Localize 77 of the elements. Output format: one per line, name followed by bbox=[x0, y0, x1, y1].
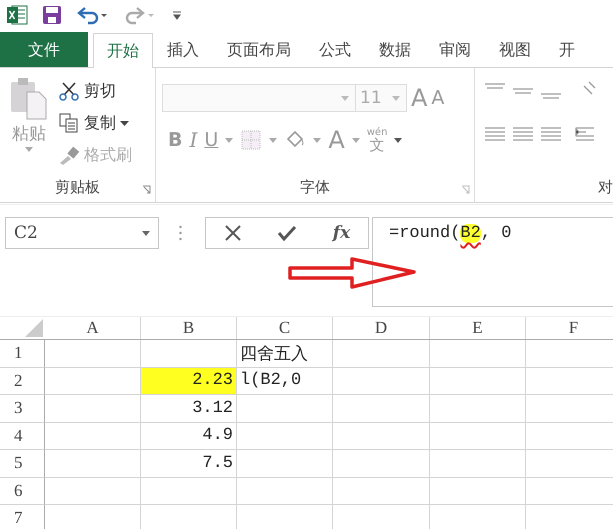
column-header[interactable]: A bbox=[45, 317, 141, 339]
table-cell[interactable] bbox=[237, 395, 333, 422]
column-header[interactable]: F bbox=[526, 317, 613, 339]
grip-icon bbox=[179, 225, 182, 241]
table-cell[interactable] bbox=[45, 395, 141, 422]
table-cell[interactable] bbox=[45, 340, 141, 368]
dialog-launcher-icon[interactable] bbox=[461, 185, 470, 194]
insert-function-button[interactable]: fx bbox=[332, 223, 350, 243]
group-label: 字体 bbox=[300, 178, 330, 196]
table-cell[interactable] bbox=[430, 340, 526, 368]
table-cell[interactable]: 3.12 bbox=[141, 395, 237, 422]
group-label: 剪贴板 bbox=[55, 178, 100, 196]
select-all-icon[interactable] bbox=[23, 317, 43, 337]
font-name-field[interactable] bbox=[162, 84, 356, 112]
table-cell[interactable] bbox=[237, 422, 333, 450]
table-cell[interactable] bbox=[333, 422, 430, 450]
table-cell[interactable] bbox=[237, 478, 333, 505]
caret-icon[interactable] bbox=[142, 230, 150, 236]
table-cell[interactable] bbox=[237, 450, 333, 478]
table-cell[interactable] bbox=[333, 340, 430, 368]
row-header[interactable]: 4 bbox=[0, 422, 45, 450]
row-header[interactable]: 7 bbox=[0, 505, 45, 529]
table-cell[interactable] bbox=[430, 395, 526, 422]
table-cell[interactable] bbox=[333, 395, 430, 422]
enter-check-icon[interactable] bbox=[277, 224, 298, 242]
table-cell[interactable] bbox=[141, 478, 237, 505]
table-cell[interactable] bbox=[333, 368, 430, 395]
table-cell[interactable] bbox=[430, 422, 526, 450]
table-cell[interactable]: 4.9 bbox=[141, 422, 237, 450]
table-cell[interactable] bbox=[45, 450, 141, 478]
row-header[interactable]: 3 bbox=[0, 395, 45, 422]
table-cell[interactable] bbox=[45, 478, 141, 505]
cut-button[interactable]: 剪切 bbox=[58, 76, 132, 106]
row-header[interactable]: 1 bbox=[0, 340, 45, 368]
copy-button[interactable]: 复制 bbox=[58, 108, 132, 138]
dialog-launcher-icon[interactable] bbox=[142, 185, 151, 194]
borders-icon[interactable] bbox=[240, 129, 262, 151]
ribbon-tab[interactable]: 数据 bbox=[365, 33, 425, 67]
ribbon-tab[interactable]: 插入 bbox=[153, 33, 213, 67]
table-cell[interactable]: 2.23 bbox=[141, 368, 237, 395]
table-cell[interactable]: 7.5 bbox=[141, 450, 237, 478]
undo-icon[interactable] bbox=[76, 5, 110, 25]
dropdown-caret-icon[interactable] bbox=[394, 138, 402, 142]
file-tab[interactable]: 文件 bbox=[0, 32, 88, 67]
column-header[interactable]: B bbox=[141, 317, 237, 339]
brush-icon[interactable] bbox=[58, 145, 80, 165]
formula-field[interactable]: =round(B2, 0 bbox=[372, 217, 613, 307]
column-header[interactable]: C bbox=[237, 317, 333, 339]
row-header[interactable]: 2 bbox=[0, 368, 45, 395]
table-cell[interactable] bbox=[430, 368, 526, 395]
ribbon-tab[interactable]: 公式 bbox=[305, 33, 365, 67]
column-header[interactable]: D bbox=[333, 317, 430, 339]
row-header[interactable]: 6 bbox=[0, 478, 45, 505]
table-cell[interactable] bbox=[333, 450, 430, 478]
copy-icon[interactable] bbox=[58, 113, 80, 133]
customize-caret-icon[interactable] bbox=[172, 9, 182, 21]
ribbon-tab[interactable]: 开始 bbox=[93, 33, 153, 68]
table-cell[interactable] bbox=[45, 422, 141, 450]
ribbon-tab[interactable]: 页面布局 bbox=[213, 33, 305, 67]
spreadsheet-app-icon bbox=[6, 4, 28, 26]
row-header[interactable]: 5 bbox=[0, 450, 45, 478]
clipboard-icon[interactable] bbox=[9, 76, 49, 120]
ribbon-tab[interactable]: 审阅 bbox=[425, 33, 485, 67]
caret-icon[interactable] bbox=[120, 120, 129, 126]
ribbon-tab[interactable]: 视图 bbox=[485, 33, 545, 67]
table-cell[interactable] bbox=[430, 478, 526, 505]
cancel-icon[interactable] bbox=[224, 224, 242, 242]
scissors-icon[interactable] bbox=[58, 81, 80, 101]
table-cell[interactable]: l(B2,0 bbox=[237, 368, 333, 395]
save-icon[interactable] bbox=[42, 5, 62, 25]
table-cell[interactable]: 四舍五入 bbox=[237, 340, 333, 368]
table-cell[interactable] bbox=[430, 450, 526, 478]
group-label: 对 bbox=[598, 178, 613, 196]
column-header[interactable]: E bbox=[430, 317, 526, 339]
table-cell[interactable] bbox=[333, 478, 430, 505]
ribbon-tab[interactable]: 开 bbox=[545, 33, 589, 67]
name-box[interactable]: C2 bbox=[5, 217, 159, 249]
